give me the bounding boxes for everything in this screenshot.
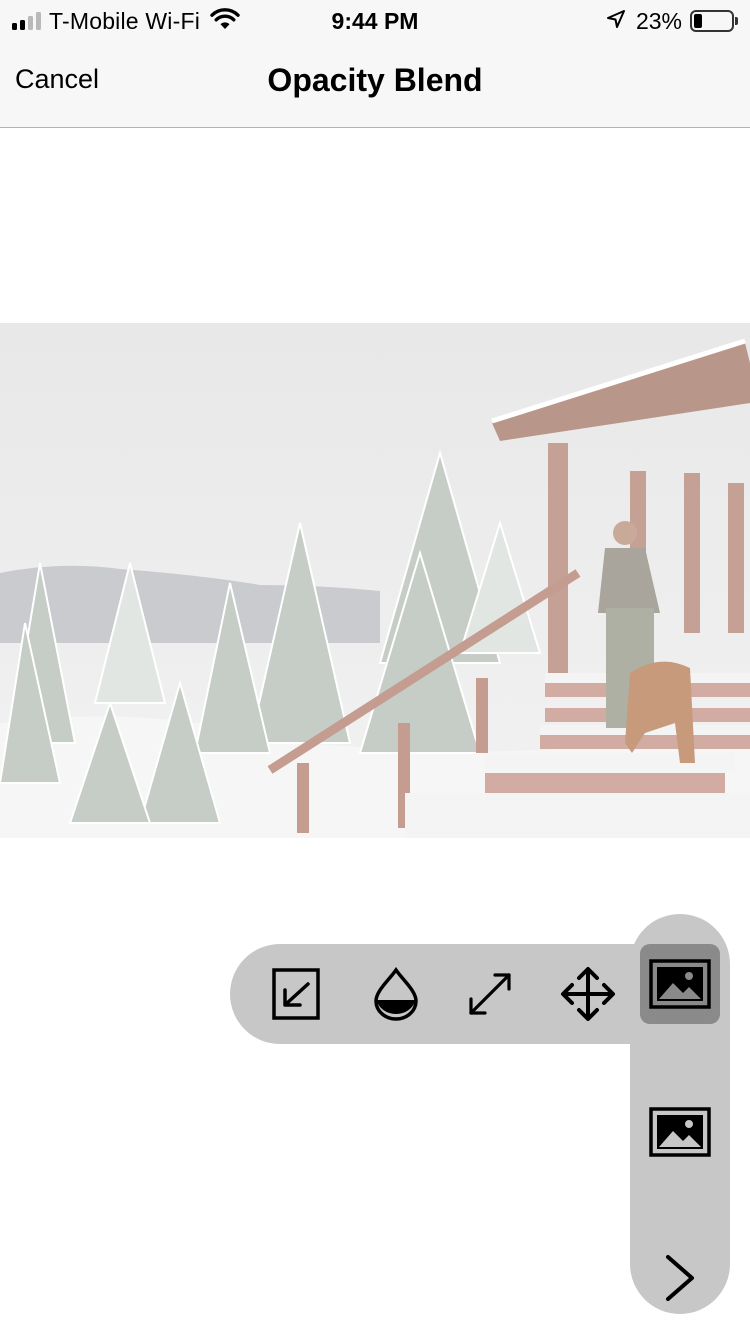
blended-photo[interactable] bbox=[0, 323, 750, 838]
status-right: 23% bbox=[606, 6, 738, 36]
battery-icon bbox=[690, 10, 734, 32]
resize-button[interactable] bbox=[458, 962, 522, 1026]
image-icon bbox=[649, 1107, 711, 1157]
half-drop-icon bbox=[374, 967, 418, 1021]
four-way-arrows-icon bbox=[561, 967, 615, 1021]
opacity-button[interactable] bbox=[364, 962, 428, 1026]
navigation-bar: Cancel Opacity Blend bbox=[0, 42, 750, 128]
layer-panel bbox=[630, 914, 730, 1314]
battery-level bbox=[694, 14, 702, 28]
insert-layer-button[interactable] bbox=[266, 962, 330, 1026]
arrow-into-box-icon bbox=[272, 968, 320, 1020]
diagonal-arrows-icon bbox=[469, 973, 511, 1015]
bottom-layer-button[interactable] bbox=[640, 1092, 720, 1172]
image-icon bbox=[649, 959, 711, 1009]
location-arrow-icon bbox=[606, 9, 626, 34]
status-bar: T-Mobile Wi-Fi 9:44 PM 23% bbox=[0, 0, 750, 42]
edit-toolbar bbox=[230, 944, 650, 1044]
chevron-right-icon bbox=[666, 1255, 694, 1301]
photo-canvas bbox=[0, 323, 750, 838]
battery-nub bbox=[735, 17, 738, 25]
next-button[interactable] bbox=[640, 1238, 720, 1318]
battery-percent: 23% bbox=[635, 7, 682, 34]
page-title: Opacity Blend bbox=[267, 62, 483, 98]
move-button[interactable] bbox=[556, 962, 620, 1026]
cancel-button[interactable]: Cancel bbox=[15, 64, 99, 95]
top-layer-button[interactable] bbox=[640, 944, 720, 1024]
